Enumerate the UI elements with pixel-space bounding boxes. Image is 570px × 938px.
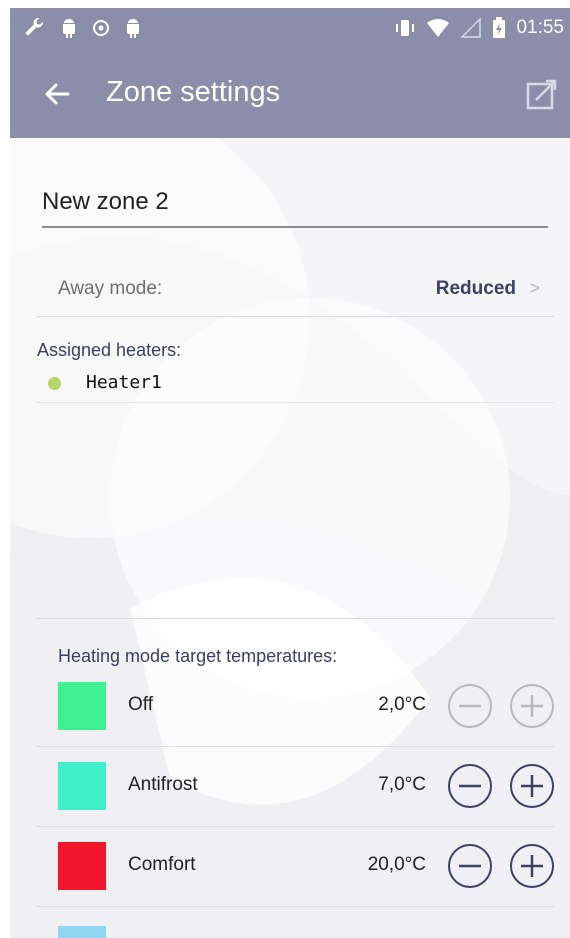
away-mode-value: Reduced [435, 278, 516, 299]
minus-icon [459, 864, 481, 868]
mode-row-off: Off 2,0°C [36, 666, 554, 747]
status-dot-icon [48, 377, 61, 390]
away-mode-row[interactable]: Away mode: Reduced > [36, 264, 554, 317]
color-swatch [58, 682, 106, 730]
increase-button[interactable] [510, 684, 554, 728]
android-icon [63, 19, 75, 38]
heater-name: Heater1 [86, 372, 162, 393]
decrease-button[interactable] [448, 844, 492, 888]
wifi-icon [427, 18, 450, 37]
away-mode-label: Away mode: [58, 278, 163, 299]
decrease-button[interactable] [448, 684, 492, 728]
mode-temperature: 7,0°C [378, 774, 426, 795]
decrease-button[interactable] [448, 764, 492, 808]
plus-icon [521, 695, 543, 717]
color-swatch-partial [58, 926, 106, 938]
mode-name: Comfort [128, 854, 196, 875]
mode-temperature: 2,0°C [378, 694, 426, 715]
app-bar: Zone settings [10, 50, 570, 138]
mode-name: Off [128, 694, 153, 715]
back-button[interactable] [38, 74, 78, 114]
color-swatch [58, 762, 106, 810]
plus-icon [521, 775, 543, 797]
divider [36, 618, 554, 619]
color-swatch [58, 842, 106, 890]
chevron-right-icon: > [529, 278, 540, 298]
vibrate-icon [396, 20, 415, 36]
android-icon [127, 19, 139, 38]
arrow-left-icon [45, 83, 70, 105]
edit-button[interactable] [524, 76, 560, 112]
edit-share-icon [526, 79, 557, 110]
plus-icon [521, 855, 543, 877]
zone-name-input[interactable] [42, 184, 548, 228]
mode-row-comfort: Comfort 20,0°C [36, 826, 554, 907]
shield-icon [93, 20, 109, 36]
increase-button[interactable] [510, 844, 554, 888]
list-item[interactable]: Heater1 [36, 368, 554, 403]
signal-icon [460, 18, 482, 38]
page-title: Zone settings [106, 76, 281, 108]
increase-button[interactable] [510, 764, 554, 808]
mode-name: Antifrost [128, 774, 198, 795]
heating-modes-label: Heating mode target temperatures: [58, 646, 338, 666]
mode-temperature: 20,0°C [367, 854, 426, 875]
status-bar: 01:55 [10, 8, 570, 50]
clock: 01:55 [516, 17, 564, 38]
mode-row-antifrost: Antifrost 7,0°C [36, 746, 554, 827]
phone-screen: 01:55 Zone settings Away mode: Reduced >… [10, 8, 570, 938]
battery-icon [493, 17, 506, 38]
minus-icon [459, 784, 481, 788]
minus-icon [459, 704, 481, 708]
wrench-icon [25, 17, 43, 36]
assigned-heaters-label: Assigned heaters: [37, 340, 182, 360]
